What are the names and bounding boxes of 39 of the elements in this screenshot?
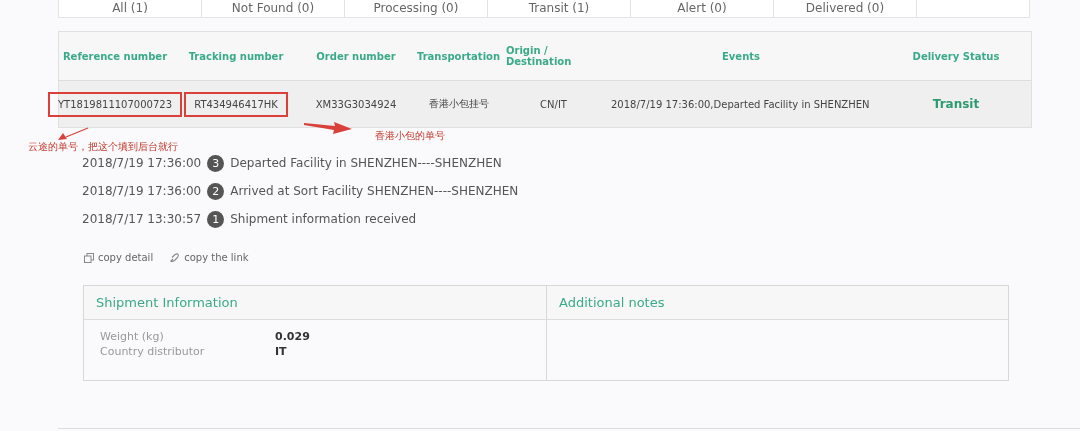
step-number: 1 [207,210,225,228]
column-header: Events [722,50,760,62]
filter-tab[interactable]: All (1) [59,0,202,17]
step-number: 3 [207,154,225,172]
event-description: Shipment information received [230,212,417,226]
field-value: IT [275,344,288,359]
event-description: Departed Facility in SHENZHEN----SHENZHEN [230,156,502,170]
event-time: 2018/7/19 17:36:00 [82,156,202,170]
step-number: 2 [207,182,225,200]
filter-tab[interactable]: Transit (1) [488,0,631,17]
annotation-note: 云途的单号，把这个填到后台就行 [28,140,178,154]
table-cell-text: 香港小包挂号 [427,97,490,111]
field-value: 0.029 [275,329,311,344]
copy-detail-button[interactable]: copy detail [84,252,154,263]
panel-title: Additional notes [559,295,665,310]
event-time: 2018/7/17 13:30:57 [82,212,202,226]
column-header: Order number [316,50,396,62]
copy-link-button[interactable]: copy the link [169,252,249,263]
filter-tab[interactable]: Delivered (0) [774,0,917,17]
status-text: Transit [931,96,981,113]
column-header: Tracking number [188,50,284,62]
table-cell-text: 2018/7/19 17:36:00,Departed Facility in SHENZHEN [610,97,871,112]
filter-tab[interactable]: Alert (0) [631,0,774,17]
table-cell: YT1819811107000723 [48,91,182,117]
panel-title: Shipment Information [96,295,238,310]
column-header: Origin / Destination [506,45,573,67]
table-cell: RT434946417HK [184,91,288,117]
table-cell-text: CN/IT [539,97,568,112]
column-header: Transportation [416,50,501,62]
table-cell-text: XM33G3034924 [314,97,398,112]
annotation-note: 香港小包的单号 [375,129,445,143]
filter-tab[interactable]: Not Found (0) [202,0,345,17]
column-header: Delivery Status [912,50,1000,62]
field-label: Country distributor [100,344,206,359]
filter-tab[interactable]: Processing (0) [345,0,488,17]
event-time: 2018/7/19 17:36:00 [82,184,202,198]
column-header: Reference number [62,50,168,62]
event-description: Arrived at Sort Facility SHENZHEN----SHENZHEN [230,184,519,198]
field-label: Weight (kg) [100,329,165,344]
